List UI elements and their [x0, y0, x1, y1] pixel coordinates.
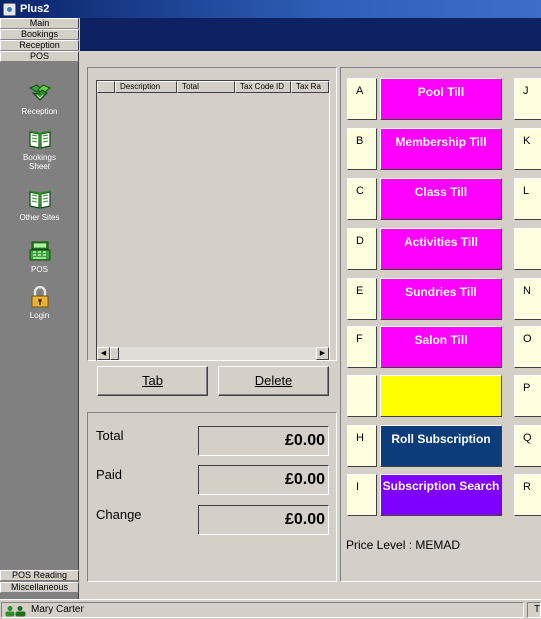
- nav-item-pos[interactable]: POS: [0, 240, 79, 274]
- total-label: Total: [96, 428, 124, 443]
- sidebar-nav: Main Bookings Reception POS Reception Bo…: [0, 18, 79, 599]
- change-label: Change: [96, 507, 142, 522]
- nav-item-reception[interactable]: Reception: [0, 82, 79, 116]
- salon-till-button[interactable]: Salon Till: [380, 326, 502, 368]
- till-key-j[interactable]: J: [514, 78, 541, 120]
- till-key-b[interactable]: B: [347, 128, 377, 170]
- list-header: Description Total Tax Code ID Tax Ra: [97, 81, 329, 93]
- nav-item-other-sites[interactable]: Other Sites: [0, 188, 79, 222]
- status-bar: Mary Carter T: [0, 599, 541, 619]
- till-key-r[interactable]: R: [514, 474, 541, 516]
- till-key-q[interactable]: Q: [514, 425, 541, 467]
- open-book-icon: [28, 190, 51, 209]
- nav-item-label: Other Sites: [19, 213, 60, 222]
- till-key-c[interactable]: C: [347, 178, 377, 220]
- blank-till-button[interactable]: [380, 375, 502, 417]
- activities-till-button[interactable]: Activities Till: [380, 228, 502, 270]
- nav-tab-pos-reading[interactable]: POS Reading: [0, 570, 79, 581]
- till-key-h[interactable]: H: [347, 425, 377, 467]
- handshake-icon: [28, 84, 51, 101]
- till-key-e[interactable]: E: [347, 278, 377, 320]
- open-book-icon: [28, 130, 51, 149]
- roll-subscription-button[interactable]: Roll Subscription: [380, 425, 502, 467]
- till-key-i[interactable]: I: [347, 474, 377, 516]
- price-level-label: Price Level : MEMAD: [346, 538, 461, 552]
- class-till-button[interactable]: Class Till: [380, 178, 502, 220]
- nav-item-label: POS: [31, 265, 48, 274]
- membership-till-button[interactable]: Membership Till: [380, 128, 502, 170]
- title-bar: Plus2: [0, 0, 541, 18]
- scroll-right-icon[interactable]: ▶: [316, 347, 329, 360]
- scroll-thumb[interactable]: [110, 347, 119, 360]
- total-value: £0.00: [198, 426, 329, 456]
- till-key-o[interactable]: O: [514, 326, 541, 368]
- nav-tab-pos[interactable]: POS: [0, 51, 79, 62]
- tab-button[interactable]: Tab: [97, 366, 208, 396]
- sundries-till-button[interactable]: Sundries Till: [380, 278, 502, 320]
- nav-tab-bookings[interactable]: Bookings: [0, 29, 79, 40]
- paid-value: £0.00: [198, 465, 329, 495]
- till-key-n[interactable]: N: [514, 278, 541, 320]
- till-key-k[interactable]: K: [514, 128, 541, 170]
- scroll-track[interactable]: [119, 347, 316, 360]
- delete-button[interactable]: Delete: [218, 366, 329, 396]
- status-user-name: Mary Carter: [31, 604, 84, 615]
- till-key-l[interactable]: L: [514, 178, 541, 220]
- padlock-icon: [31, 286, 48, 308]
- pool-till-button[interactable]: Pool Till: [380, 78, 502, 120]
- items-list[interactable]: Description Total Tax Code ID Tax Ra ◀ ▶: [96, 80, 330, 361]
- change-value: £0.00: [198, 505, 329, 535]
- nav-item-login[interactable]: Login: [0, 286, 79, 320]
- nav-item-bookings-sheet[interactable]: Bookings Sheet: [0, 128, 79, 171]
- nav-tab-main[interactable]: Main: [0, 18, 79, 29]
- horizontal-scrollbar[interactable]: ◀ ▶: [97, 347, 329, 360]
- app-window: Plus2 Main Bookings Reception POS Recept…: [0, 0, 541, 619]
- status-user-panel: Mary Carter: [1, 602, 524, 618]
- users-icon: [5, 606, 26, 617]
- delete-button-label: Delete: [254, 373, 293, 388]
- paid-label: Paid: [96, 467, 123, 482]
- till-key-blank[interactable]: [347, 375, 377, 417]
- tab-button-label: Tab: [142, 373, 163, 388]
- nav-tab-miscellaneous[interactable]: Miscellaneous: [0, 582, 79, 593]
- till-key-f[interactable]: F: [347, 326, 377, 368]
- app-icon: [3, 2, 16, 16]
- nav-item-label: Bookings Sheet: [23, 153, 56, 171]
- scroll-left-icon[interactable]: ◀: [97, 347, 110, 360]
- column-header-tax-rate[interactable]: Tax Ra: [291, 81, 329, 93]
- column-header-tax-code-id[interactable]: Tax Code ID: [235, 81, 291, 93]
- till-key-m[interactable]: [514, 228, 541, 270]
- subscription-search-button[interactable]: Subscription Search: [380, 474, 502, 516]
- column-header-total[interactable]: Total: [177, 81, 235, 93]
- till-icon: [29, 241, 50, 261]
- nav-tab-reception[interactable]: Reception: [0, 40, 79, 51]
- status-right-panel: T: [527, 602, 541, 618]
- till-key-d[interactable]: D: [347, 228, 377, 270]
- nav-item-label: Reception: [21, 107, 58, 116]
- till-key-p[interactable]: P: [514, 375, 541, 417]
- column-header-blank[interactable]: [97, 81, 115, 93]
- column-header-description[interactable]: Description: [115, 81, 177, 93]
- window-title: Plus2: [20, 3, 50, 15]
- header-banner: [80, 18, 541, 51]
- nav-item-label: Login: [29, 311, 50, 320]
- till-key-a[interactable]: A: [347, 78, 377, 120]
